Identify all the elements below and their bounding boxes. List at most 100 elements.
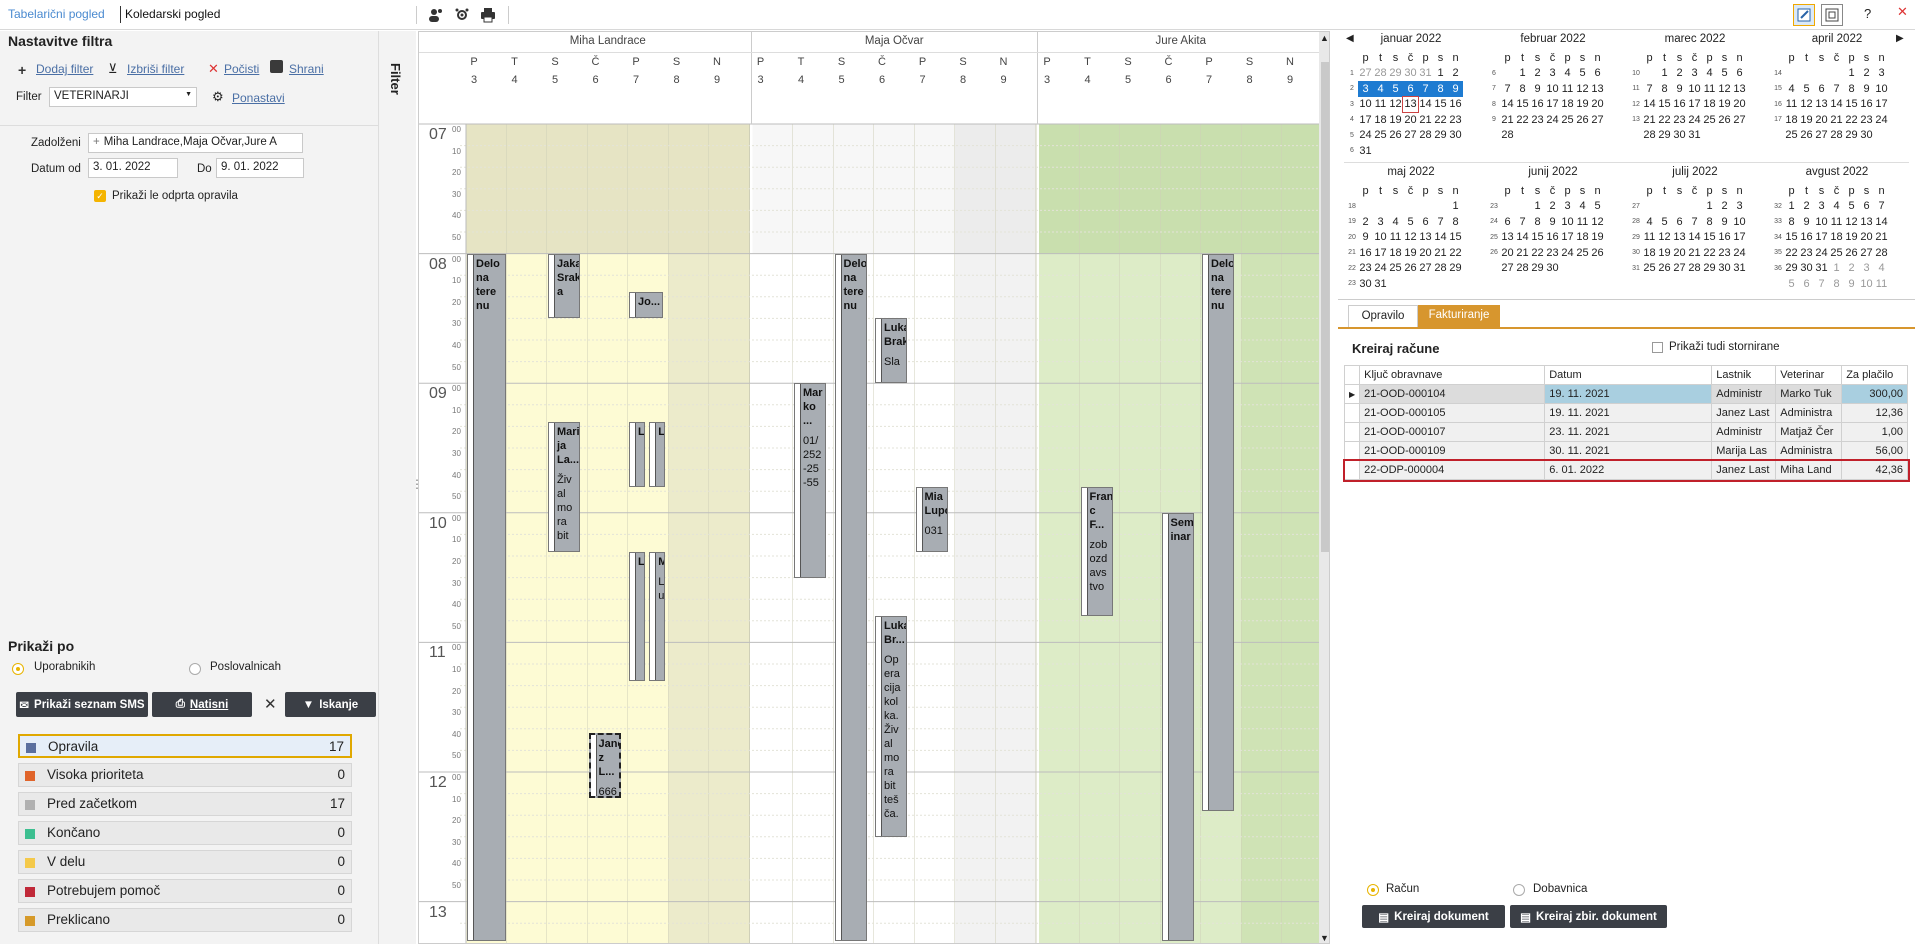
scroll-down-icon[interactable]: ▼ <box>1320 933 1329 943</box>
mini-day[interactable]: 16 <box>1859 97 1874 113</box>
mini-day[interactable]: 19 <box>1575 97 1590 113</box>
mini-day[interactable]: 5 <box>1844 199 1859 215</box>
mini-day[interactable]: 14 <box>1829 97 1844 113</box>
mini-day[interactable]: 23 <box>1799 245 1814 261</box>
mini-day[interactable]: 5 <box>1657 214 1672 230</box>
mini-day[interactable]: 9 <box>1844 276 1859 292</box>
show-cancelled-checkbox[interactable] <box>1652 342 1663 353</box>
mini-day[interactable]: 17 <box>1358 112 1373 128</box>
date-label[interactable]: 4 <box>1080 74 1096 86</box>
print-button[interactable]: ⎙ Natisni <box>152 692 252 717</box>
mini-day[interactable]: 3 <box>1373 214 1388 230</box>
mini-day[interactable]: 23 <box>1358 261 1373 277</box>
mini-day[interactable]: 29 <box>1702 261 1717 277</box>
mini-day[interactable]: 12 <box>1844 214 1859 230</box>
calendar-event[interactable]: M L upo <box>649 551 666 682</box>
mini-day[interactable]: 12 <box>1590 214 1605 230</box>
calendar-event[interactable]: Jane z L... 666 <box>588 733 621 798</box>
mini-day[interactable]: 17 <box>1814 230 1829 246</box>
status-row[interactable]: Potrebujem pomoč 0 <box>18 879 352 903</box>
mini-day[interactable]: 21 <box>1829 112 1844 128</box>
mini-day[interactable]: 3 <box>1859 261 1874 277</box>
mini-day[interactable]: 11 <box>1784 97 1799 113</box>
mini-day[interactable] <box>1829 66 1844 82</box>
mini-day[interactable]: 21 <box>1687 245 1702 261</box>
search-button[interactable]: ▼ Iskanje <box>285 692 376 717</box>
mini-day[interactable]: 13 <box>1859 214 1874 230</box>
table-row[interactable]: 22-ODP-000004 6. 01. 2022 Janez Last Miha L… <box>1342 458 1910 482</box>
mini-day[interactable]: 24 <box>1687 112 1702 128</box>
mini-day[interactable]: 17 <box>1373 245 1388 261</box>
mini-day[interactable] <box>1642 199 1657 215</box>
calendar-event[interactable]: Jaka Srak a <box>548 253 581 319</box>
mini-day[interactable]: 10 <box>1545 81 1560 97</box>
mini-day[interactable] <box>1403 143 1418 159</box>
mini-day[interactable]: 16 <box>1545 230 1560 246</box>
mini-day[interactable]: 10 <box>1687 81 1702 97</box>
clear-link[interactable]: Počisti <box>224 62 259 76</box>
mini-day[interactable]: 31 <box>1687 128 1702 144</box>
date-label[interactable]: 8 <box>1242 74 1258 86</box>
date-label[interactable]: 6 <box>588 74 604 86</box>
table-row[interactable]: 21-OOD-000105 19. 11. 2021 Janez Last Admin… <box>1343 403 1908 423</box>
date-label[interactable]: 4 <box>793 74 809 86</box>
mini-day[interactable]: 11 <box>1829 214 1844 230</box>
mini-day[interactable] <box>1732 128 1747 144</box>
mini-day[interactable]: 10 <box>1373 230 1388 246</box>
mini-day[interactable]: 6 <box>1859 199 1874 215</box>
mini-day[interactable]: 25 <box>1784 128 1799 144</box>
mini-day[interactable]: 6 <box>1590 66 1605 82</box>
mini-day[interactable]: 27 <box>1590 112 1605 128</box>
col-key[interactable]: Ključ obravnave <box>1359 365 1546 385</box>
status-row[interactable]: Visoka prioriteta 0 <box>18 763 352 787</box>
mini-day[interactable]: 19 <box>1844 230 1859 246</box>
sms-list-button[interactable]: ✉ Prikaži seznam SMS <box>16 692 148 717</box>
mini-day[interactable]: 8 <box>1448 214 1463 230</box>
date-to-input[interactable]: 9. 01. 2022 <box>216 158 304 178</box>
add-filter-link[interactable]: Dodaj filter <box>36 62 93 76</box>
mini-day[interactable]: 18 <box>1829 230 1844 246</box>
mini-day[interactable]: 10 <box>1358 97 1373 113</box>
mini-day[interactable]: 10 <box>1874 81 1889 97</box>
mini-day[interactable]: 5 <box>1388 81 1403 97</box>
table-row[interactable]: ▶ 21-OOD-000104 19. 11. 2021 Administr Marko… <box>1343 384 1908 404</box>
date-label[interactable]: 6 <box>874 74 890 86</box>
calendar-event[interactable]: L <box>629 551 646 682</box>
mini-day[interactable] <box>1403 199 1418 215</box>
create-batch-document-button[interactable]: ▤ Kreiraj zbir. dokument <box>1510 905 1667 928</box>
mini-day[interactable] <box>1403 276 1418 292</box>
close-button[interactable]: ✕ <box>1897 4 1908 20</box>
date-label[interactable]: 6 <box>1161 74 1177 86</box>
mini-day[interactable]: 20 <box>1732 97 1747 113</box>
date-label[interactable]: 5 <box>1120 74 1136 86</box>
mini-day[interactable] <box>1358 199 1373 215</box>
mini-day[interactable] <box>1418 276 1433 292</box>
mini-day[interactable]: 29 <box>1388 66 1403 82</box>
mini-day[interactable]: 19 <box>1657 245 1672 261</box>
mini-day[interactable]: 12 <box>1799 97 1814 113</box>
mini-day[interactable]: 11 <box>1575 214 1590 230</box>
mini-day[interactable]: 11 <box>1874 276 1889 292</box>
mini-day[interactable] <box>1530 128 1545 144</box>
mini-day[interactable]: 3 <box>1358 81 1373 97</box>
mini-day[interactable]: 21 <box>1874 230 1889 246</box>
mini-day[interactable]: 15 <box>1448 230 1463 246</box>
mini-day[interactable]: 5 <box>1575 66 1590 82</box>
mini-day[interactable]: 22 <box>1448 245 1463 261</box>
mini-day[interactable]: 14 <box>1642 97 1657 113</box>
help-button[interactable]: ? <box>1864 6 1871 21</box>
mini-day[interactable]: 20 <box>1672 245 1687 261</box>
mini-day[interactable]: 3 <box>1874 66 1889 82</box>
mini-day[interactable]: 15 <box>1784 230 1799 246</box>
mini-day[interactable] <box>1575 261 1590 277</box>
mini-day[interactable]: 30 <box>1448 128 1463 144</box>
mini-day[interactable]: 28 <box>1642 128 1657 144</box>
mini-day[interactable]: 31 <box>1373 276 1388 292</box>
calendar-event[interactable]: L <box>629 422 646 487</box>
mini-day[interactable]: 18 <box>1373 112 1388 128</box>
by-users-radio[interactable] <box>12 663 24 675</box>
users-icon[interactable] <box>428 7 444 23</box>
mini-day[interactable]: 18 <box>1560 97 1575 113</box>
tab-task[interactable]: Opravilo <box>1348 305 1418 327</box>
mini-day[interactable] <box>1717 128 1732 144</box>
